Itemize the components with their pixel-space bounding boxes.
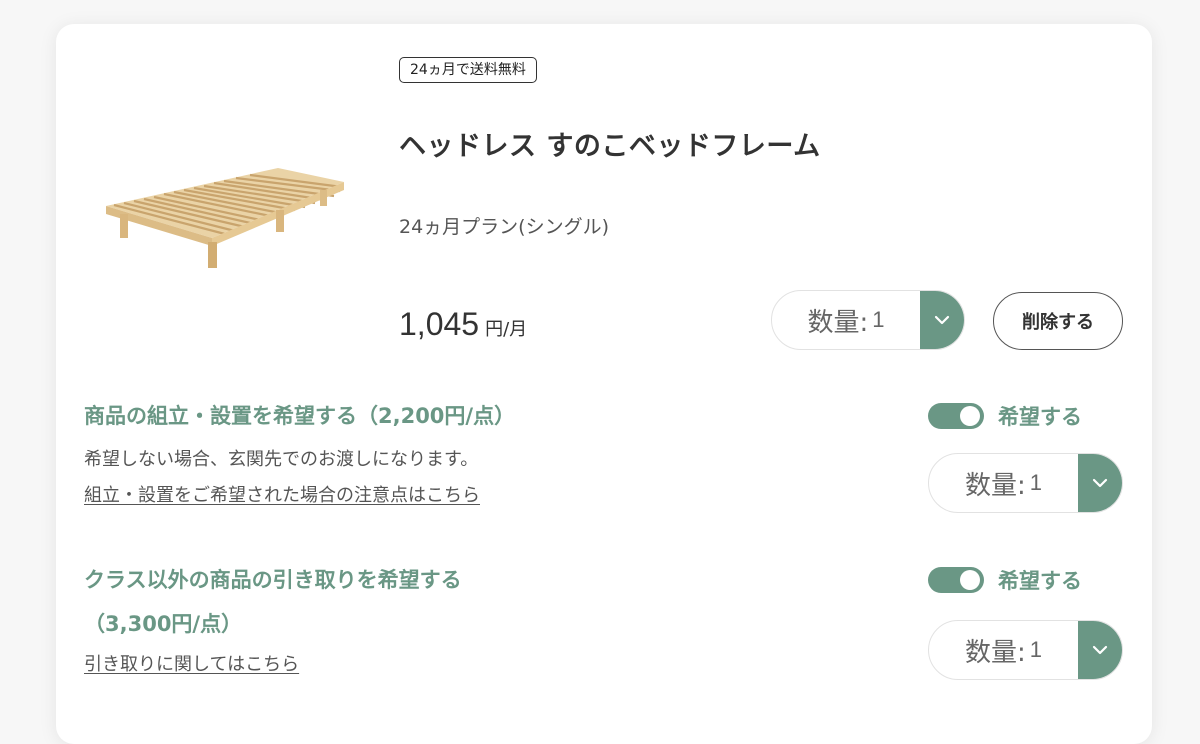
pickup-quantity-select[interactable]: 数量: 1 (928, 620, 1123, 680)
assembly-option-title: 商品の組立・設置を希望する（2,200円/点） (84, 404, 516, 428)
product-plan: 24ヵ月プラン(シングル) (399, 216, 610, 238)
pickup-option-title: クラス以外の商品の引き取りを希望する (84, 568, 462, 592)
pickup-toggle-switch[interactable] (928, 567, 984, 593)
free-shipping-badge: 24ヵ月で送料無料 (399, 57, 537, 83)
chevron-down-icon (934, 315, 950, 325)
quantity-dropdown-button[interactable] (920, 291, 964, 349)
pickup-toggle[interactable]: 希望する (928, 565, 1082, 595)
quantity-label: 数量: (964, 470, 1026, 501)
chevron-down-icon (1092, 478, 1108, 488)
quantity-dropdown-button[interactable] (1078, 621, 1122, 679)
chevron-down-icon (1092, 645, 1108, 655)
quantity-value: 1 (1029, 470, 1042, 495)
quantity-select[interactable]: 数量: 1 (771, 290, 965, 350)
cart-item-card: 24ヵ月で送料無料 ヘッドレス すのこベッドフレーム 24ヵ月プラン(シングル)… (56, 24, 1152, 744)
delete-button[interactable]: 削除する (993, 292, 1123, 350)
quantity-label: 数量: (964, 637, 1026, 668)
assembly-option-description: 希望しない場合、玄関先でのお渡しになります。 (84, 449, 479, 470)
price-unit: 円/月 (485, 319, 528, 340)
quantity-display: 数量: 1 (929, 621, 1078, 679)
quantity-display: 数量: 1 (772, 291, 920, 349)
assembly-toggle-label: 希望する (998, 405, 1082, 429)
pickup-toggle-label: 希望する (998, 569, 1082, 593)
toggle-knob (960, 570, 980, 590)
product-price: 1,045 円/月 (399, 306, 527, 343)
quantity-label: 数量: (807, 307, 869, 338)
toggle-knob (960, 406, 980, 426)
quantity-value: 1 (1029, 637, 1042, 662)
assembly-toggle-switch[interactable] (928, 403, 984, 429)
quantity-display: 数量: 1 (929, 454, 1078, 512)
pickup-info-link[interactable]: 引き取りに関してはこちら (84, 650, 299, 676)
quantity-dropdown-button[interactable] (1078, 454, 1122, 512)
assembly-notes-link[interactable]: 組立・設置をご希望された場合の注意点はこちら (84, 481, 480, 507)
pickup-option-price: （3,300円/点） (84, 612, 243, 636)
product-name[interactable]: ヘッドレス すのこベッドフレーム (399, 124, 821, 163)
assembly-quantity-select[interactable]: 数量: 1 (928, 453, 1123, 513)
assembly-toggle[interactable]: 希望する (928, 401, 1082, 431)
quantity-value: 1 (872, 307, 885, 332)
bed-frame-image (106, 168, 344, 268)
price-amount: 1,045 (399, 306, 480, 342)
